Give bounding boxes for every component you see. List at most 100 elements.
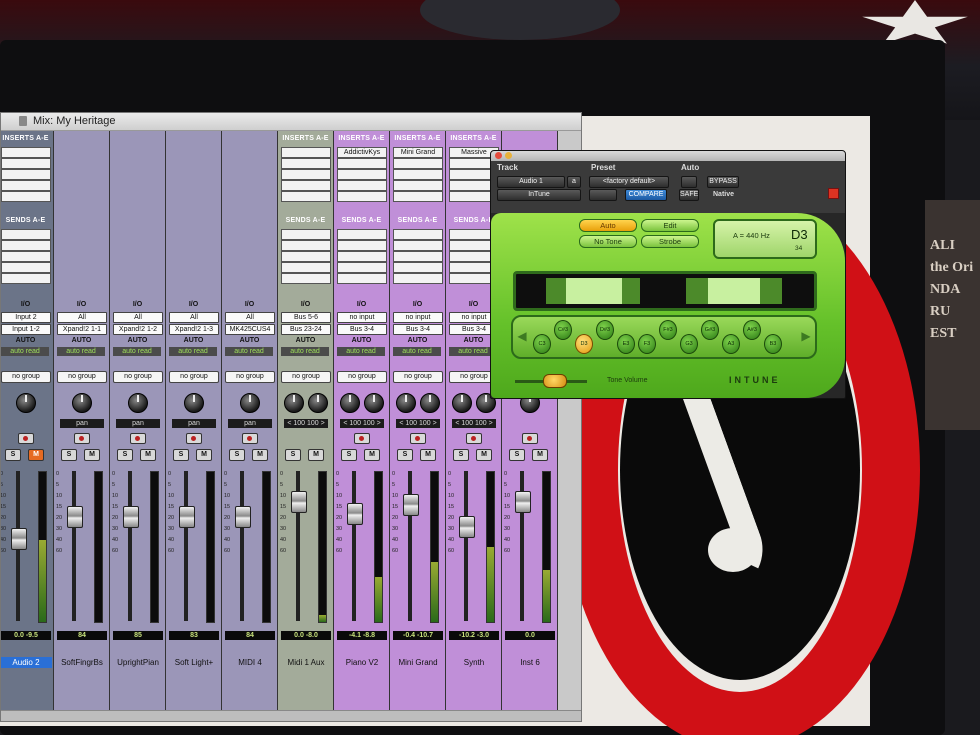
note-right-arrow-icon[interactable]: ▶ (799, 323, 813, 349)
insert-slot[interactable] (337, 180, 387, 191)
output-selector[interactable]: Input 1-2 (1, 324, 51, 335)
close-window-icon[interactable] (495, 152, 502, 159)
insert-slot[interactable] (393, 169, 443, 180)
record-arm-button[interactable] (466, 433, 482, 444)
send-slot[interactable] (393, 273, 443, 284)
input-selector[interactable]: All (57, 312, 107, 323)
track-name[interactable]: SoftFingrBs (56, 657, 108, 668)
note-button-d3[interactable]: D3 (575, 334, 593, 354)
note-button-fsharp3[interactable]: F#3 (659, 320, 677, 340)
preset-nav-arrows[interactable] (589, 189, 617, 201)
output-selector[interactable]: Xpand!2 1-1 (57, 324, 107, 335)
mute-button[interactable]: M (364, 449, 380, 461)
pan-knob[interactable] (240, 393, 260, 413)
input-selector[interactable]: All (169, 312, 219, 323)
send-slot[interactable] (1, 262, 51, 273)
insert-slot[interactable] (281, 191, 331, 202)
insert-slot[interactable] (281, 158, 331, 169)
pan-left-knob[interactable] (340, 393, 360, 413)
plugin-selector[interactable]: InTune (497, 189, 581, 201)
send-slot[interactable] (281, 229, 331, 240)
insert-slot[interactable]: AddictivKys (337, 147, 387, 158)
plugin-close-icon[interactable] (828, 188, 839, 199)
pan-right-knob[interactable] (420, 393, 440, 413)
automation-mode-selector[interactable]: auto read (225, 347, 273, 356)
volume-fader[interactable] (459, 516, 475, 538)
strobe-dropdown[interactable]: Strobe (641, 235, 699, 248)
pan-right-knob[interactable] (308, 393, 328, 413)
group-selector[interactable]: no group (113, 371, 163, 383)
record-arm-button[interactable] (130, 433, 146, 444)
automation-mode-selector[interactable]: auto read (113, 347, 161, 356)
volume-fader[interactable] (403, 494, 419, 516)
note-left-arrow-icon[interactable]: ◀ (515, 323, 529, 349)
insert-slot[interactable]: Mini Grand (393, 147, 443, 158)
solo-button[interactable]: S (397, 449, 413, 461)
note-button-csharp3[interactable]: C#3 (554, 320, 572, 340)
send-slot[interactable] (393, 251, 443, 262)
solo-button[interactable]: S (509, 449, 525, 461)
insert-slot[interactable] (281, 180, 331, 191)
send-slot[interactable] (337, 251, 387, 262)
insert-slot[interactable] (1, 180, 51, 191)
note-button-gsharp3[interactable]: G#3 (701, 320, 719, 340)
send-slot[interactable] (281, 273, 331, 284)
insert-slot[interactable] (1, 169, 51, 180)
track-name[interactable]: Piano V2 (336, 657, 388, 668)
automation-mode-selector[interactable]: auto read (169, 347, 217, 356)
note-button-c3[interactable]: C3 (533, 334, 551, 354)
solo-button[interactable]: S (453, 449, 469, 461)
send-slot[interactable] (337, 229, 387, 240)
insert-slot[interactable] (1, 147, 51, 158)
volume-fader[interactable] (515, 491, 531, 513)
insert-slot[interactable] (337, 169, 387, 180)
insert-slot[interactable] (393, 191, 443, 202)
output-selector[interactable]: Bus 3-4 (337, 324, 387, 335)
automation-mode-selector[interactable]: auto read (281, 347, 329, 356)
note-button-g3[interactable]: G3 (680, 334, 698, 354)
safe-button[interactable]: SAFE (679, 189, 699, 201)
pan-knob[interactable] (16, 393, 36, 413)
insert-slot[interactable] (281, 147, 331, 158)
mute-button[interactable]: M (476, 449, 492, 461)
track-name[interactable]: MIDI 4 (224, 657, 276, 668)
bypass-button[interactable]: BYPASS (707, 176, 739, 188)
group-selector[interactable]: no group (281, 371, 331, 383)
automation-mode-selector[interactable]: auto read (393, 347, 441, 356)
insert-slot[interactable] (1, 191, 51, 202)
mute-button[interactable]: M (532, 449, 548, 461)
note-button-f3[interactable]: F3 (638, 334, 656, 354)
solo-button[interactable]: S (117, 449, 133, 461)
preset-selector[interactable]: <factory default> (589, 176, 669, 188)
record-arm-button[interactable] (186, 433, 202, 444)
send-slot[interactable] (1, 240, 51, 251)
volume-fader[interactable] (11, 528, 27, 550)
solo-button[interactable]: S (61, 449, 77, 461)
track-name[interactable]: Inst 6 (504, 657, 556, 668)
mixer-horizontal-scrollbar[interactable] (1, 710, 581, 721)
insert-slot[interactable] (337, 158, 387, 169)
pan-knob[interactable] (184, 393, 204, 413)
insert-slot[interactable] (337, 191, 387, 202)
note-button-asharp3[interactable]: A#3 (743, 320, 761, 340)
record-arm-button[interactable] (242, 433, 258, 444)
send-slot[interactable] (281, 251, 331, 262)
input-selector[interactable]: All (225, 312, 275, 323)
send-slot[interactable] (337, 273, 387, 284)
group-selector[interactable]: no group (337, 371, 387, 383)
mute-button[interactable]: M (140, 449, 156, 461)
output-selector[interactable]: Xpand!2 1-2 (113, 324, 163, 335)
pan-right-knob[interactable] (364, 393, 384, 413)
volume-fader[interactable] (67, 506, 83, 528)
output-selector[interactable]: Bus 3-4 (393, 324, 443, 335)
group-selector[interactable]: no group (169, 371, 219, 383)
mute-button[interactable]: M (252, 449, 268, 461)
note-button-e3[interactable]: E3 (617, 334, 635, 354)
insert-slot[interactable] (281, 169, 331, 180)
track-selector[interactable]: Audio 1 (497, 176, 565, 188)
record-arm-button[interactable] (522, 433, 538, 444)
track-name[interactable]: Soft Light+ (168, 657, 220, 668)
pan-left-knob[interactable] (396, 393, 416, 413)
send-slot[interactable] (393, 240, 443, 251)
pan-knob[interactable] (72, 393, 92, 413)
